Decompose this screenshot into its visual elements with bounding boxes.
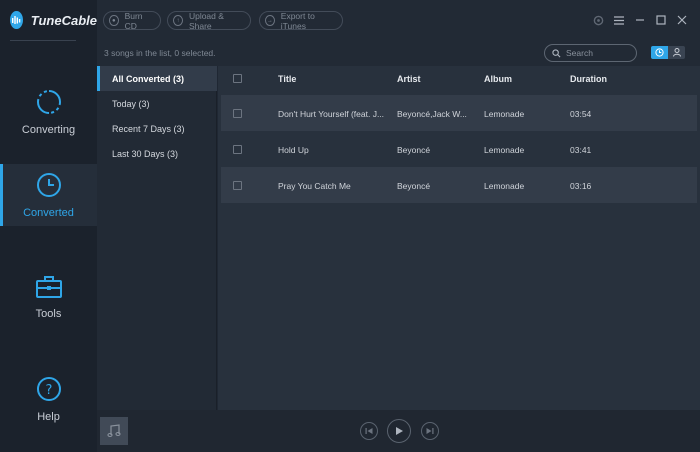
converting-icon — [36, 89, 61, 114]
upload-icon: ↑ — [173, 15, 183, 26]
table-row[interactable]: Hold Up Beyoncé Lemonade 03:41 — [221, 131, 697, 167]
column-title[interactable]: Title — [278, 74, 296, 84]
search-input[interactable] — [566, 48, 630, 58]
upload-share-button[interactable]: ↑ Upload & Share — [167, 10, 251, 31]
svg-text:?: ? — [45, 383, 52, 398]
upload-share-label: Upload & Share — [188, 10, 224, 31]
status-bar: 3 songs in the list, 0 selected. — [97, 40, 700, 66]
tunecable-logo-icon — [10, 11, 23, 29]
previous-icon — [365, 428, 373, 434]
settings-icon[interactable] — [591, 13, 605, 27]
row-checkbox[interactable] — [233, 109, 242, 118]
play-button[interactable] — [387, 419, 411, 443]
filter-last-30-days[interactable]: Last 30 Days (3) — [97, 141, 217, 166]
next-button[interactable] — [421, 422, 439, 440]
filter-recent-7-days[interactable]: Recent 7 Days (3) — [97, 116, 217, 141]
selection-count: 3 songs in the list, 0 selected. — [104, 48, 216, 58]
table-header: Title Artist Album Duration — [218, 66, 700, 92]
track-artist: Beyoncé — [397, 145, 431, 155]
burn-cd-label: Burn CD — [124, 10, 143, 31]
table-row[interactable]: Don't Hurt Yourself (feat. J... Beyoncé,… — [221, 95, 697, 131]
history-view-button[interactable] — [651, 46, 668, 59]
track-album: Lemonade — [484, 181, 525, 191]
minimize-icon[interactable] — [633, 13, 647, 27]
previous-button[interactable] — [360, 422, 378, 440]
row-checkbox[interactable] — [233, 181, 242, 190]
export-itunes-button[interactable]: → Export to iTunes — [259, 10, 343, 31]
date-filter-list: All Converted (3) Today (3) Recent 7 Day… — [97, 66, 217, 410]
user-view-button[interactable] — [668, 46, 685, 59]
sidebar-item-label: Help — [37, 410, 60, 423]
table-row[interactable]: Pray You Catch Me Beyoncé Lemonade 03:16 — [221, 167, 697, 203]
maximize-icon[interactable] — [654, 13, 668, 27]
track-artist: Beyoncé — [397, 181, 431, 191]
track-album: Lemonade — [484, 109, 525, 119]
column-artist[interactable]: Artist — [397, 74, 421, 84]
user-icon — [672, 48, 681, 57]
view-toggle — [651, 46, 685, 59]
close-icon[interactable] — [675, 13, 689, 27]
menu-icon[interactable] — [612, 13, 626, 27]
track-duration: 03:16 — [570, 181, 592, 191]
track-artist: Beyoncé,Jack W... — [397, 109, 467, 119]
search-icon — [552, 48, 561, 57]
disc-icon: ● — [109, 15, 119, 26]
column-album[interactable]: Album — [484, 74, 512, 84]
sidebar: TuneCable Converting Converted Tools ? H… — [0, 0, 97, 452]
brand: TuneCable — [0, 0, 97, 40]
track-title: Pray You Catch Me — [278, 181, 351, 191]
sidebar-item-label: Tools — [35, 307, 62, 320]
select-all-checkbox[interactable] — [233, 74, 242, 83]
search-box[interactable] — [544, 44, 637, 62]
row-checkbox[interactable] — [233, 145, 242, 154]
sidebar-item-label: Converted — [23, 206, 74, 219]
burn-cd-button[interactable]: ● Burn CD — [103, 10, 161, 31]
clock-icon — [36, 172, 61, 197]
sidebar-item-help[interactable]: ? Help — [0, 368, 97, 430]
track-title: Hold Up — [278, 145, 309, 155]
sidebar-item-converted[interactable]: Converted — [0, 164, 97, 226]
toolbar: ● Burn CD ↑ Upload & Share → Export to i… — [97, 0, 700, 40]
app-name: TuneCable — [30, 12, 97, 28]
clock-icon — [655, 48, 664, 57]
music-note-icon — [107, 424, 121, 438]
player-bar — [97, 410, 700, 452]
converted-table: Title Artist Album Duration Don't Hurt Y… — [218, 66, 700, 410]
track-title: Don't Hurt Yourself (feat. J... — [278, 109, 385, 119]
column-duration[interactable]: Duration — [570, 74, 607, 84]
help-icon: ? — [36, 376, 61, 401]
sidebar-item-tools[interactable]: Tools — [0, 266, 97, 328]
track-duration: 03:54 — [570, 109, 592, 119]
album-art — [100, 417, 128, 445]
export-icon: → — [265, 15, 275, 26]
track-album: Lemonade — [484, 145, 525, 155]
sidebar-item-converting[interactable]: Converting — [0, 81, 97, 143]
toolbox-icon — [35, 275, 62, 298]
sidebar-item-label: Converting — [21, 123, 76, 136]
filter-today[interactable]: Today (3) — [97, 91, 217, 116]
next-icon — [426, 428, 434, 434]
brand-divider — [10, 40, 76, 41]
filter-all-converted[interactable]: All Converted (3) — [97, 66, 217, 91]
play-icon — [396, 427, 403, 435]
export-itunes-label: Export to iTunes — [280, 10, 315, 31]
track-duration: 03:41 — [570, 145, 592, 155]
